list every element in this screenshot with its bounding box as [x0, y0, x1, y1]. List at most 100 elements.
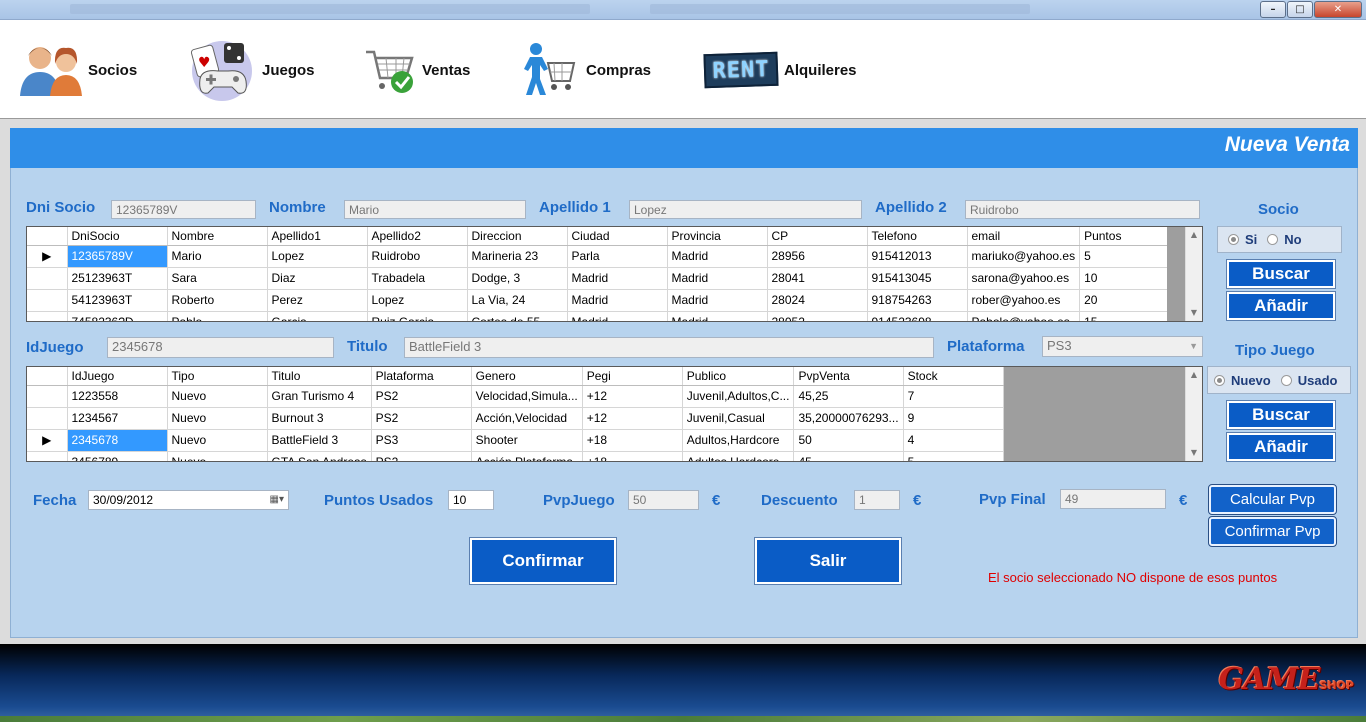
table-cell[interactable]: 54123963T	[67, 289, 168, 312]
table-row[interactable]: 25123963T Sara Diaz Trabadela Dodge, 3 Madrid…	[27, 267, 1181, 290]
table-cell[interactable]: Mario	[167, 245, 268, 268]
table-cell[interactable]: 915412013	[867, 245, 968, 268]
table-cell[interactable]: PS2	[371, 385, 472, 408]
socio-anadir-button[interactable]: Añadir	[1226, 291, 1336, 321]
scroll-up-icon[interactable]: ▲	[1186, 227, 1202, 243]
table-cell[interactable]: PS3	[371, 429, 472, 452]
table-row[interactable]: ▶ 12365789V Mario Lopez Ruidrobo Marineria 2…	[27, 245, 1181, 268]
column-header[interactable]: Puntos	[1079, 227, 1181, 246]
table-cell[interactable]: 25123963T	[67, 267, 168, 290]
radio-si[interactable]	[1228, 234, 1239, 245]
maximize-button[interactable]: □	[1287, 1, 1313, 18]
scroll-up-icon[interactable]: ▲	[1186, 367, 1202, 383]
socios-grid[interactable]: DniSocio Nombre Apellido1 Apellido2 Dire…	[26, 226, 1203, 322]
column-header[interactable]: Pegi	[582, 367, 683, 386]
table-cell[interactable]: 914523698	[867, 311, 968, 321]
table-cell[interactable]: 28041	[767, 267, 868, 290]
table-cell[interactable]: +18	[582, 429, 683, 452]
apellido2-field[interactable]: Ruidrobo	[965, 200, 1200, 219]
table-cell[interactable]: +18	[582, 451, 683, 461]
table-row[interactable]: ▶ 2345678 Nuevo BattleField 3 PS3 Shooter +18…	[27, 429, 1004, 452]
table-cell[interactable]: GTA San Andreas	[267, 451, 372, 461]
table-cell[interactable]: 12365789V	[67, 245, 168, 268]
column-header[interactable]: Telefono	[867, 227, 968, 246]
table-cell[interactable]: 4	[903, 429, 1004, 452]
column-header[interactable]: IdJuego	[67, 367, 168, 386]
table-cell[interactable]: Ruidrobo	[367, 245, 468, 268]
table-cell[interactable]: Juvenil,Casual	[682, 407, 795, 430]
table-cell[interactable]: Nuevo	[167, 407, 268, 430]
table-cell[interactable]: Madrid	[667, 289, 768, 312]
calendar-icon[interactable]: ▦▾	[270, 493, 284, 507]
juegos-scrollbar[interactable]: ▲ ▼	[1185, 367, 1202, 461]
column-header[interactable]: Ciudad	[567, 227, 668, 246]
column-header[interactable]: Tipo	[167, 367, 268, 386]
table-cell[interactable]: Madrid	[567, 311, 668, 321]
table-cell[interactable]: +12	[582, 407, 683, 430]
table-row[interactable]: 7458236?D Pablo Garcia Ruiz Garcia Cortes de…	[27, 311, 1181, 321]
table-cell[interactable]: 7	[903, 385, 1004, 408]
radio-nuevo[interactable]	[1214, 374, 1225, 386]
table-cell[interactable]: Acción,Plataforma	[471, 451, 583, 461]
calcular-pvp-button[interactable]: Calcular Pvp	[1208, 484, 1337, 515]
descuento-field[interactable]: 1	[854, 490, 900, 510]
plataforma-select[interactable]: PS3 ▼	[1042, 336, 1203, 357]
table-cell[interactable]: Garcia	[267, 311, 368, 321]
table-cell[interactable]: Gran Turismo 4	[267, 385, 372, 408]
table-cell[interactable]: Burnout 3	[267, 407, 372, 430]
socios-scrollbar[interactable]: ▲ ▼	[1185, 227, 1202, 321]
column-header[interactable]: email	[967, 227, 1081, 246]
table-cell[interactable]: Madrid	[667, 311, 768, 321]
pvpjuego-field[interactable]: 50	[628, 490, 699, 510]
column-header[interactable]: Apellido1	[267, 227, 368, 246]
table-cell[interactable]: Lopez	[267, 245, 368, 268]
column-header[interactable]: PvpVenta	[793, 367, 904, 386]
table-cell[interactable]: Juvenil,Adultos,C...	[682, 385, 795, 408]
table-cell[interactable]: 2345678	[67, 429, 168, 452]
table-cell[interactable]: Roberto	[167, 289, 268, 312]
table-cell[interactable]: 3456789	[67, 451, 168, 461]
pvpfinal-field[interactable]: 49	[1060, 489, 1166, 509]
table-row[interactable]: 3456789 Nuevo GTA San Andreas PS2 Acción,Pla…	[27, 451, 1004, 461]
column-header[interactable]: Nombre	[167, 227, 268, 246]
table-row[interactable]: 1234567 Nuevo Burnout 3 PS2 Acción,Velocidad…	[27, 407, 1004, 430]
juegos-grid[interactable]: IdJuego Tipo Titulo Plataforma Genero Pe…	[26, 366, 1203, 462]
column-header[interactable]: Plataforma	[371, 367, 472, 386]
table-cell[interactable]: 7458236?D	[67, 311, 168, 321]
column-header[interactable]: Genero	[471, 367, 583, 386]
table-cell[interactable]: BattleField 3	[267, 429, 372, 452]
table-cell[interactable]: 50	[793, 429, 904, 452]
nav-ventas[interactable]: Ventas	[364, 42, 470, 98]
nav-juegos[interactable]: ♥ Juegos	[188, 41, 315, 101]
table-cell[interactable]: Madrid	[667, 267, 768, 290]
table-cell[interactable]: Perez	[267, 289, 368, 312]
fecha-datepicker[interactable]: 30/09/2012 ▦▾	[88, 490, 289, 510]
table-cell[interactable]: Trabadela	[367, 267, 468, 290]
nav-socios[interactable]: Socios	[18, 42, 137, 98]
minimize-button[interactable]: –	[1260, 1, 1286, 18]
radio-usado[interactable]	[1280, 374, 1292, 386]
table-cell[interactable]: +12	[582, 385, 683, 408]
table-cell[interactable]: Diaz	[267, 267, 368, 290]
puntos-field[interactable]: 10	[448, 490, 494, 510]
table-row[interactable]: 54123963T Roberto Perez Lopez La Via, 24 Madr…	[27, 289, 1181, 312]
table-cell[interactable]: 35,20000076293...	[793, 407, 904, 430]
table-cell[interactable]: 1223558	[67, 385, 168, 408]
confirmar-pvp-button[interactable]: Confirmar Pvp	[1208, 516, 1337, 547]
titulo-field[interactable]: BattleField 3	[404, 337, 934, 358]
table-cell[interactable]: Pabolo@yahoo.es	[967, 311, 1081, 321]
column-header[interactable]: Apellido2	[367, 227, 468, 246]
table-cell[interactable]: 20	[1079, 289, 1181, 312]
table-cell[interactable]: 15	[1079, 311, 1181, 321]
column-header[interactable]: Publico	[682, 367, 795, 386]
table-cell[interactable]: Velocidad,Simula...	[471, 385, 583, 408]
table-cell[interactable]: PS2	[371, 407, 472, 430]
apellido1-field[interactable]: Lopez	[629, 200, 862, 219]
table-row[interactable]: 1223558 Nuevo Gran Turismo 4 PS2 Velocidad,S…	[27, 385, 1004, 408]
table-cell[interactable]: 915413045	[867, 267, 968, 290]
idjuego-field[interactable]: 2345678	[107, 337, 334, 358]
column-header[interactable]: Titulo	[267, 367, 372, 386]
close-button[interactable]: ✕	[1314, 1, 1362, 18]
confirmar-button[interactable]: Confirmar	[469, 537, 617, 585]
column-header[interactable]: CP	[767, 227, 868, 246]
